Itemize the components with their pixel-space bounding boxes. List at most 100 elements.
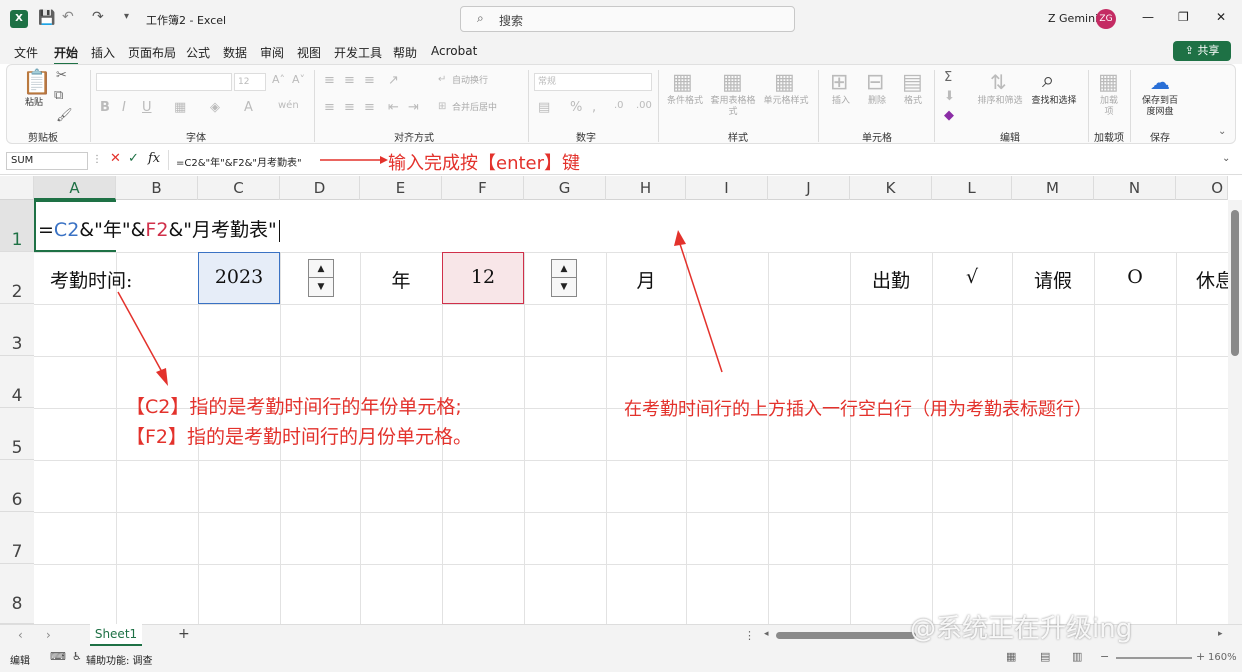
insert-cells-label[interactable]: 插入 bbox=[826, 96, 856, 107]
merge-icon[interactable]: ⊞ bbox=[438, 101, 446, 112]
select-all-corner[interactable] bbox=[0, 176, 34, 200]
row-header-5[interactable]: 5 bbox=[0, 408, 34, 460]
col-header-g[interactable]: G bbox=[524, 176, 606, 200]
year-spinner[interactable]: ▲ ▼ bbox=[308, 259, 334, 297]
next-sheet-icon[interactable]: › bbox=[46, 628, 51, 642]
collapse-ribbon-icon[interactable]: ⌄ bbox=[1218, 126, 1226, 137]
cell-a1-editor[interactable]: =C2&"年"&F2&"月考勤表" bbox=[34, 200, 1228, 252]
spin-up-icon[interactable]: ▲ bbox=[552, 260, 576, 278]
col-header-e[interactable]: E bbox=[360, 176, 442, 200]
page-layout-view-icon[interactable]: ▤ bbox=[1040, 650, 1050, 663]
zoom-level[interactable]: 160% bbox=[1208, 652, 1237, 663]
customize-toolbar-icon[interactable]: ▾ bbox=[124, 11, 129, 22]
cell-a2[interactable]: 考勤时间: bbox=[50, 266, 170, 293]
sort-filter-icon[interactable]: ⇅ bbox=[990, 70, 1007, 94]
number-format-select[interactable]: 常规 bbox=[534, 73, 652, 91]
tab-help[interactable]: 帮助 bbox=[393, 44, 417, 61]
increase-decimal-icon[interactable]: .0 bbox=[614, 100, 624, 111]
tab-view[interactable]: 视图 bbox=[297, 44, 321, 61]
baidu-cloud-icon[interactable]: ☁ bbox=[1150, 70, 1170, 94]
currency-icon[interactable]: ▤ bbox=[538, 100, 550, 115]
spin-up-icon[interactable]: ▲ bbox=[309, 260, 333, 278]
tab-page-layout[interactable]: 页面布局 bbox=[128, 44, 176, 61]
zoom-out-icon[interactable]: − bbox=[1100, 650, 1109, 663]
tab-data[interactable]: 数据 bbox=[223, 44, 247, 61]
col-header-i[interactable]: I bbox=[686, 176, 768, 200]
border-icon[interactable]: ▦ bbox=[174, 100, 186, 115]
sheet-tab-sheet1[interactable]: Sheet1 bbox=[90, 624, 142, 646]
underline-icon[interactable]: U bbox=[142, 100, 152, 115]
cancel-entry-icon[interactable]: ✕ bbox=[110, 151, 121, 166]
row-header-6[interactable]: 6 bbox=[0, 460, 34, 512]
align-center-icon[interactable]: ≡ bbox=[344, 100, 355, 115]
grow-font-icon[interactable]: A˄ bbox=[272, 73, 285, 86]
insert-cells-icon[interactable]: ⊞ bbox=[830, 70, 848, 95]
row-header-1[interactable]: 1 bbox=[0, 200, 34, 252]
redo-icon[interactable]: ↷ bbox=[92, 9, 104, 25]
scroll-left-icon[interactable]: ◂ bbox=[764, 629, 769, 639]
user-name[interactable]: Z Gemini bbox=[1048, 12, 1098, 25]
col-header-j[interactable]: J bbox=[768, 176, 850, 200]
col-header-c[interactable]: C bbox=[198, 176, 280, 200]
close-button[interactable]: ✕ bbox=[1216, 10, 1226, 24]
spin-down-icon[interactable]: ▼ bbox=[552, 278, 576, 296]
increase-indent-icon[interactable]: ⇥ bbox=[408, 100, 419, 115]
horizontal-scrollbar-thumb[interactable] bbox=[776, 632, 916, 639]
font-color-icon[interactable]: A bbox=[244, 100, 253, 115]
orientation-icon[interactable]: ↗ bbox=[388, 73, 399, 88]
row-header-8[interactable]: 8 bbox=[0, 564, 34, 624]
tab-home[interactable]: 开始 bbox=[54, 44, 79, 65]
row-header-7[interactable]: 7 bbox=[0, 512, 34, 564]
col-header-o[interactable]: O bbox=[1176, 176, 1228, 200]
cell-style-label[interactable]: 单元格样式 bbox=[760, 96, 812, 107]
shrink-font-icon[interactable]: A˅ bbox=[292, 73, 305, 86]
decrease-indent-icon[interactable]: ⇤ bbox=[388, 100, 399, 115]
cell-o2[interactable]: 休息 bbox=[1196, 266, 1228, 293]
align-left-icon[interactable]: ≡ bbox=[324, 100, 335, 115]
accessibility-status[interactable]: 辅助功能: 调查 bbox=[86, 652, 153, 667]
share-button[interactable]: ⇪ 共享 bbox=[1173, 41, 1231, 61]
cell-l2[interactable]: √ bbox=[932, 266, 1012, 288]
wrap-text-icon[interactable]: ↵ bbox=[438, 74, 446, 85]
tab-review[interactable]: 审阅 bbox=[260, 44, 284, 61]
cell-n2[interactable]: O bbox=[1094, 266, 1176, 288]
table-format-icon[interactable]: ▦ bbox=[722, 70, 743, 95]
prev-sheet-icon[interactable]: ‹ bbox=[18, 628, 23, 642]
align-top-icon[interactable]: ≡ bbox=[324, 73, 335, 88]
font-family-select[interactable] bbox=[96, 73, 232, 91]
wrap-text-label[interactable]: 自动换行 bbox=[452, 76, 502, 87]
delete-cells-icon[interactable]: ⊟ bbox=[866, 70, 884, 95]
undo-icon[interactable]: ↶ bbox=[62, 9, 74, 25]
percent-icon[interactable]: % bbox=[570, 100, 582, 115]
table-format-label[interactable]: 套用表格格式 bbox=[708, 96, 758, 118]
col-header-b[interactable]: B bbox=[116, 176, 198, 200]
cut-icon[interactable]: ✂ bbox=[56, 68, 67, 83]
format-painter-icon[interactable]: 🖌 bbox=[56, 108, 73, 123]
col-header-n[interactable]: N bbox=[1094, 176, 1176, 200]
decrease-decimal-icon[interactable]: .00 bbox=[636, 100, 652, 111]
row-header-3[interactable]: 3 bbox=[0, 304, 34, 356]
normal-view-icon[interactable]: ▦ bbox=[1006, 650, 1016, 663]
align-right-icon[interactable]: ≡ bbox=[364, 100, 375, 115]
addins-icon[interactable]: ▦ bbox=[1098, 70, 1119, 95]
row-header-2[interactable]: 2 bbox=[0, 252, 34, 304]
zoom-slider[interactable] bbox=[1116, 657, 1192, 659]
col-header-l[interactable]: L bbox=[932, 176, 1012, 200]
align-bottom-icon[interactable]: ≡ bbox=[364, 73, 375, 88]
tab-acrobat[interactable]: Acrobat bbox=[431, 44, 477, 58]
insert-function-button[interactable]: fx bbox=[148, 151, 160, 166]
tab-file[interactable]: 文件 bbox=[14, 44, 38, 61]
add-sheet-icon[interactable]: + bbox=[178, 626, 190, 642]
spin-down-icon[interactable]: ▼ bbox=[309, 278, 333, 296]
comma-icon[interactable]: , bbox=[592, 100, 596, 115]
merge-label[interactable]: 合并后居中 bbox=[452, 103, 512, 114]
zoom-in-icon[interactable]: + bbox=[1196, 650, 1205, 663]
avatar[interactable]: ZG bbox=[1096, 9, 1116, 29]
conditional-format-icon[interactable]: ▦ bbox=[672, 70, 693, 95]
italic-icon[interactable]: I bbox=[122, 100, 126, 115]
cell-f2[interactable]: 12 bbox=[442, 266, 524, 288]
format-cells-icon[interactable]: ▤ bbox=[902, 70, 923, 95]
col-header-m[interactable]: M bbox=[1012, 176, 1094, 200]
maximize-button[interactable]: ❐ bbox=[1178, 10, 1189, 24]
cell-k2[interactable]: 出勤 bbox=[850, 266, 932, 293]
